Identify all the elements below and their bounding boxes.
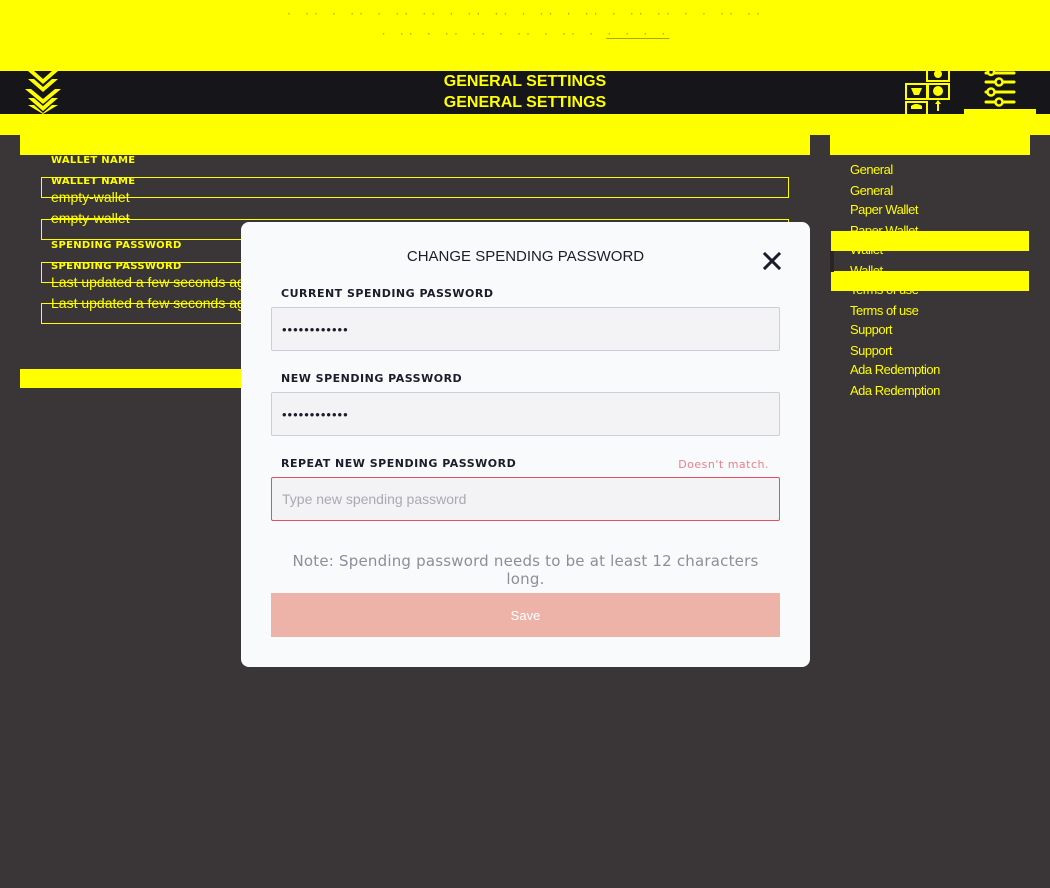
- new-password-label: NEW SPENDING PASSWORD: [281, 372, 463, 385]
- current-password-input[interactable]: [271, 307, 780, 351]
- modal-overlay[interactable]: CHANGE SPENDING PASSWORD CURRENT SPENDIN…: [0, 0, 1050, 888]
- current-password-label: CURRENT SPENDING PASSWORD: [281, 287, 494, 300]
- password-length-note: Note: Spending password needs to be at l…: [292, 552, 759, 588]
- save-button[interactable]: Save: [271, 593, 780, 637]
- repeat-password-input[interactable]: [271, 477, 780, 521]
- password-mismatch-error: Doesn't match.: [678, 458, 769, 471]
- change-spending-password-dialog: CHANGE SPENDING PASSWORD CURRENT SPENDIN…: [241, 222, 810, 667]
- dialog-title: CHANGE SPENDING PASSWORD: [406, 248, 645, 265]
- new-password-input[interactable]: [271, 392, 780, 436]
- repeat-password-label: REPEAT NEW SPENDING PASSWORD: [281, 457, 517, 470]
- close-icon[interactable]: [761, 250, 783, 272]
